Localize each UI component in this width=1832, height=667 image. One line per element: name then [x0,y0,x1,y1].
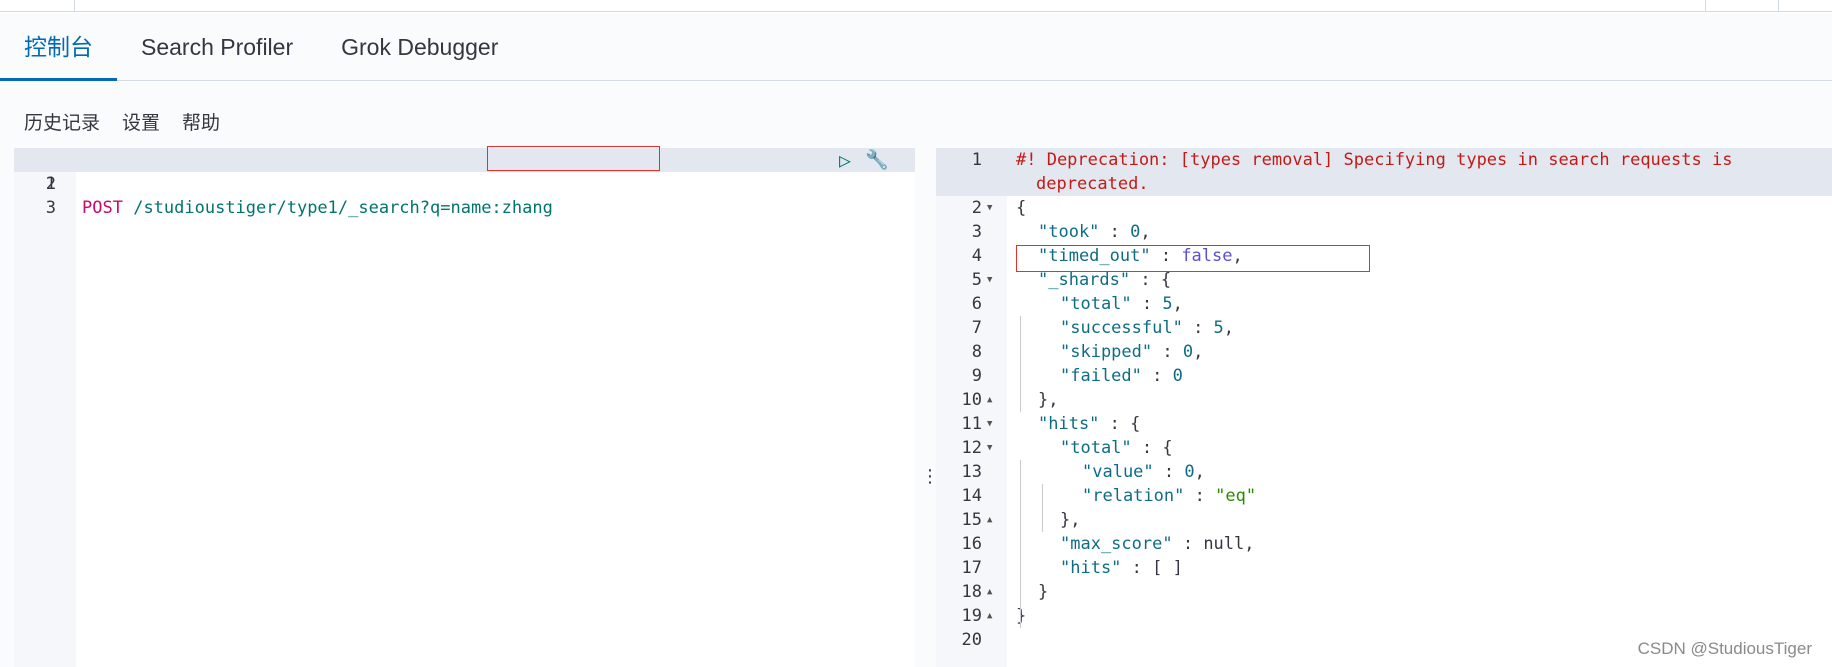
response-viewer: 1 #! Deprecation: [types removal] Specify… [936,148,1832,667]
line-number: 3 [45,198,56,218]
line-number: 8 [971,342,982,362]
response-line: 3 "took" : 0, [936,220,1832,244]
response-line: 18 ▲} [936,580,1832,604]
response-line: 15 ▲}, [936,508,1832,532]
response-line: 11 ▼ "hits" : { [936,412,1832,436]
line-number: 9 [971,366,982,386]
fold-expand-icon[interactable]: ▲ [987,388,992,412]
line-number: 12 [961,438,982,458]
response-line: 9 "failed" : 0 [936,364,1832,388]
line-number: 19 [961,606,982,626]
response-line: 7 "successful" : 5, [936,316,1832,340]
response-line: 6 "total" : 5, [936,292,1832,316]
request-line-1[interactable]: 1 POST /studioustiger/type1/_search?q=na… [14,148,915,218]
tab-grok-debugger[interactable]: Grok Debugger [317,13,522,81]
line-number: 10 [961,390,982,410]
separator [1778,0,1779,12]
line-number: 2 [45,174,56,194]
settings-link[interactable]: 设置 [122,108,160,135]
separator [74,0,75,12]
request-editor[interactable]: 1 POST /studioustiger/type1/_search?q=na… [14,146,915,667]
tab-search-profiler[interactable]: Search Profiler [117,13,317,81]
deprecation-warning: deprecated. [1036,174,1149,194]
separator [1705,0,1706,12]
fold-expand-icon[interactable]: ▲ [987,508,992,532]
fold-collapse-icon[interactable]: ▼ [987,268,992,292]
play-icon[interactable]: ▷ [839,148,851,172]
console-page: 历史记录 设置 帮助 1 POST /studioustiger/type1/_… [0,82,1832,667]
resize-handle[interactable]: ⋮ [915,148,939,667]
line-number: 13 [961,462,982,482]
response-line: 13 "value" : 0, [936,460,1832,484]
line-number: 3 [971,222,982,242]
response-line: 2 ▼{ [936,196,1832,220]
tab-console[interactable]: 控制台 [0,13,117,81]
fold-collapse-icon[interactable]: ▼ [987,412,992,436]
line-number: 16 [961,534,982,554]
response-line: 16 "max_score" : null, [936,532,1832,556]
line-number: 18 [961,582,982,602]
request-line-2[interactable]: 2 [14,172,915,196]
response-line: 12 ▼ "total" : { [936,436,1832,460]
response-line: 14 "relation" : "eq" [936,484,1832,508]
line-number: 1 [971,150,982,170]
top-bar [0,0,1832,12]
line-number: 4 [971,246,982,266]
help-link[interactable]: 帮助 [182,108,220,135]
response-line: 17 "hits" : [ ] [936,556,1832,580]
line-number: 11 [961,414,982,434]
line-number: 7 [971,318,982,338]
response-line: 19 ▲} [936,604,1832,628]
line-number: 5 [971,270,982,290]
response-line: 1 #! Deprecation: [types removal] Specify… [936,148,1832,196]
wrench-icon[interactable]: 🔧 [865,148,889,172]
highlight-box [487,146,660,171]
fold-collapse-icon[interactable]: ▼ [987,436,992,460]
indent-guide [1020,460,1021,628]
fold-collapse-icon[interactable]: ▼ [987,196,992,220]
deprecation-warning: #! Deprecation: [types removal] Specifyi… [1016,150,1733,170]
line-number: 17 [961,558,982,578]
response-line: 8 "skipped" : 0, [936,340,1832,364]
highlight-box [1016,245,1370,272]
request-line-3[interactable]: 3 [14,196,915,220]
history-link[interactable]: 历史记录 [24,108,100,135]
console-menu: 历史记录 设置 帮助 [24,108,220,135]
line-number: 20 [961,630,982,650]
fold-expand-icon[interactable]: ▲ [987,604,992,628]
response-line: 10 ▲}, [936,388,1832,412]
fold-expand-icon[interactable]: ▲ [987,580,992,604]
watermark: CSDN @StudiousTiger [1637,639,1812,658]
indent-guide [1020,316,1021,412]
line-number: 6 [971,294,982,314]
line-number: 14 [961,486,982,506]
indent-guide [1042,484,1043,532]
line-number: 15 [961,510,982,530]
line-number: 2 [971,198,982,218]
tab-bar: 控制台 Search Profiler Grok Debugger [0,13,1832,81]
